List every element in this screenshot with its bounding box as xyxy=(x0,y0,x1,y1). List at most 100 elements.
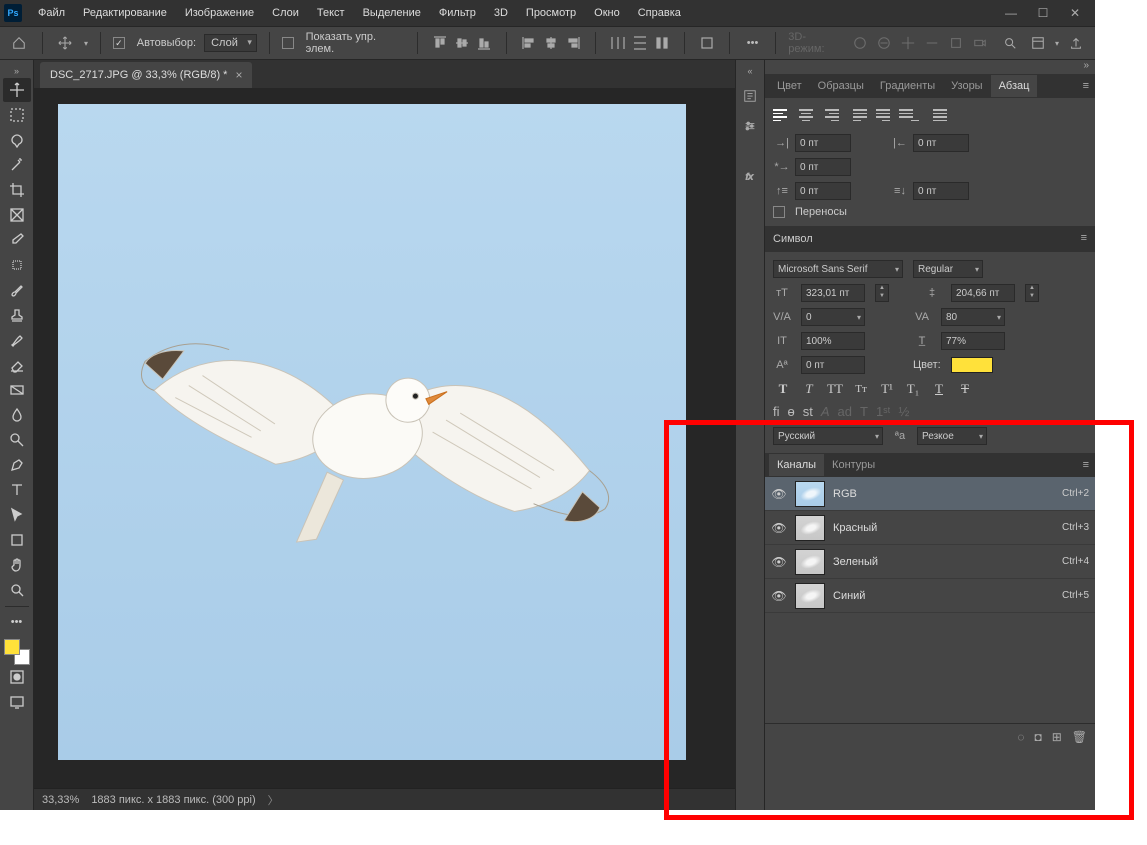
menu-layers[interactable]: Слои xyxy=(264,3,307,23)
search-icon[interactable] xyxy=(999,32,1021,54)
space-after-input[interactable]: 0 пт xyxy=(913,182,969,200)
3d-pan-icon[interactable] xyxy=(897,32,919,54)
menu-window[interactable]: Окно xyxy=(586,3,628,23)
distribute-v-icon[interactable] xyxy=(630,33,650,53)
text-color-swatch[interactable] xyxy=(951,357,993,373)
justify-all-icon[interactable] xyxy=(933,106,953,124)
edit-toolbar-icon[interactable]: ••• xyxy=(3,610,31,634)
distribute-h-icon[interactable] xyxy=(608,33,628,53)
move-tool-icon[interactable] xyxy=(54,32,76,54)
visibility-icon[interactable]: 👁 xyxy=(771,589,787,603)
hscale-input[interactable]: 100% xyxy=(801,332,865,350)
align-left-icon[interactable] xyxy=(519,33,539,53)
crop-tool[interactable] xyxy=(3,178,31,202)
align-left-icon[interactable] xyxy=(773,106,793,124)
strikethrough-button[interactable]: T xyxy=(955,380,975,398)
panel-menu-icon[interactable]: ≡ xyxy=(1083,80,1089,92)
home-icon[interactable] xyxy=(8,32,30,54)
minimize-button[interactable]: — xyxy=(995,0,1027,26)
justify-left-icon[interactable] xyxy=(853,106,873,124)
collapse-panels-icon[interactable]: » xyxy=(765,60,1095,74)
wand-tool[interactable] xyxy=(3,153,31,177)
3d-roll-icon[interactable] xyxy=(873,32,895,54)
menu-text[interactable]: Текст xyxy=(309,3,353,23)
menu-file[interactable]: Файл xyxy=(30,3,73,23)
align-right-icon[interactable] xyxy=(819,106,839,124)
font-family-select[interactable]: Microsoft Sans Serif xyxy=(773,260,903,278)
align-right-icon[interactable] xyxy=(563,33,583,53)
ordinals-icon[interactable]: 1ˢᵗ xyxy=(876,404,891,419)
pen-tool[interactable] xyxy=(3,453,31,477)
menu-edit[interactable]: Редактирование xyxy=(75,3,175,23)
3d-camera-icon[interactable] xyxy=(969,32,991,54)
channel-row-rgb[interactable]: 👁 RGB Ctrl+2 xyxy=(765,477,1095,511)
menu-view[interactable]: Просмотр xyxy=(518,3,584,23)
menu-image[interactable]: Изображение xyxy=(177,3,262,23)
underline-button[interactable]: T xyxy=(929,380,949,398)
screenmode-tool[interactable] xyxy=(3,690,31,714)
visibility-icon[interactable]: 👁 xyxy=(771,555,787,569)
doc-dimensions[interactable]: 1883 пикс. x 1883 пикс. (300 ppi) xyxy=(91,794,255,806)
lasso-tool[interactable] xyxy=(3,128,31,152)
close-button[interactable]: ✕ xyxy=(1059,0,1091,26)
align-bottom-icon[interactable] xyxy=(474,33,494,53)
frame-tool[interactable] xyxy=(3,203,31,227)
eyedropper-tool[interactable] xyxy=(3,228,31,252)
close-tab-icon[interactable]: × xyxy=(235,68,242,82)
3d-scale-icon[interactable] xyxy=(945,32,967,54)
align-vcenter-icon[interactable] xyxy=(452,33,472,53)
type-tool[interactable] xyxy=(3,478,31,502)
save-selection-icon[interactable]: ◘ xyxy=(1034,730,1041,744)
tab-paths[interactable]: Контуры xyxy=(824,454,883,476)
channel-row-green[interactable]: 👁 Зеленый Ctrl+4 xyxy=(765,545,1095,579)
gradient-tool[interactable] xyxy=(3,378,31,402)
autoselect-checkbox[interactable] xyxy=(113,37,125,49)
tracking-input[interactable]: 80 xyxy=(941,308,1005,326)
vscale-input[interactable]: 77% xyxy=(941,332,1005,350)
justify-right-icon[interactable] xyxy=(899,106,919,124)
superscript-button[interactable]: T¹ xyxy=(877,380,897,398)
align-center-icon[interactable] xyxy=(796,106,816,124)
fractions-icon[interactable]: ½ xyxy=(898,404,909,419)
distribute-space-icon[interactable] xyxy=(652,33,672,53)
italic-button[interactable]: T xyxy=(799,380,819,398)
smallcaps-button[interactable]: Tᴛ xyxy=(851,380,871,398)
menu-filter[interactable]: Фильтр xyxy=(431,3,484,23)
delete-channel-icon[interactable]: 🗑 xyxy=(1072,730,1087,744)
titling-icon[interactable]: T xyxy=(860,404,868,419)
menu-3d[interactable]: 3D xyxy=(486,3,516,23)
font-style-select[interactable]: Regular xyxy=(913,260,983,278)
panel-menu-icon[interactable]: ≡ xyxy=(1081,232,1087,244)
discretionary-icon[interactable]: st xyxy=(803,404,813,419)
hyphenation-checkbox[interactable] xyxy=(773,206,785,218)
bold-button[interactable]: T xyxy=(773,380,793,398)
leading-input[interactable]: 204,66 пт xyxy=(951,284,1015,302)
3d-orbit-icon[interactable] xyxy=(849,32,871,54)
tab-channels[interactable]: Каналы xyxy=(769,454,824,476)
shape-tool[interactable] xyxy=(3,528,31,552)
antialias-select[interactable]: Резкое xyxy=(917,427,987,445)
align-top-icon[interactable] xyxy=(430,33,450,53)
visibility-icon[interactable]: 👁 xyxy=(771,487,787,501)
styles-panel-icon[interactable]: fx xyxy=(738,164,762,188)
visibility-icon[interactable]: 👁 xyxy=(771,521,787,535)
tab-paragraph[interactable]: Абзац xyxy=(991,75,1038,97)
brush-tool[interactable] xyxy=(3,278,31,302)
indent-right-input[interactable]: 0 пт xyxy=(913,134,969,152)
foreground-color-swatch[interactable] xyxy=(4,639,20,655)
heal-tool[interactable] xyxy=(3,253,31,277)
history-brush-tool[interactable] xyxy=(3,328,31,352)
font-size-input[interactable]: 323,01 пт xyxy=(801,284,865,302)
ligatures-icon[interactable]: fi xyxy=(773,404,780,419)
dodge-tool[interactable] xyxy=(3,428,31,452)
quickmask-tool[interactable] xyxy=(3,665,31,689)
justify-center-icon[interactable] xyxy=(876,106,896,124)
hand-tool[interactable] xyxy=(3,553,31,577)
allcaps-button[interactable]: TT xyxy=(825,380,845,398)
auto-align-icon[interactable] xyxy=(697,33,717,53)
font-size-stepper[interactable]: ▲▼ xyxy=(875,284,889,302)
zoom-tool[interactable] xyxy=(3,578,31,602)
tab-patterns[interactable]: Узоры xyxy=(943,75,990,97)
channel-row-red[interactable]: 👁 Красный Ctrl+3 xyxy=(765,511,1095,545)
space-before-input[interactable]: 0 пт xyxy=(795,182,851,200)
